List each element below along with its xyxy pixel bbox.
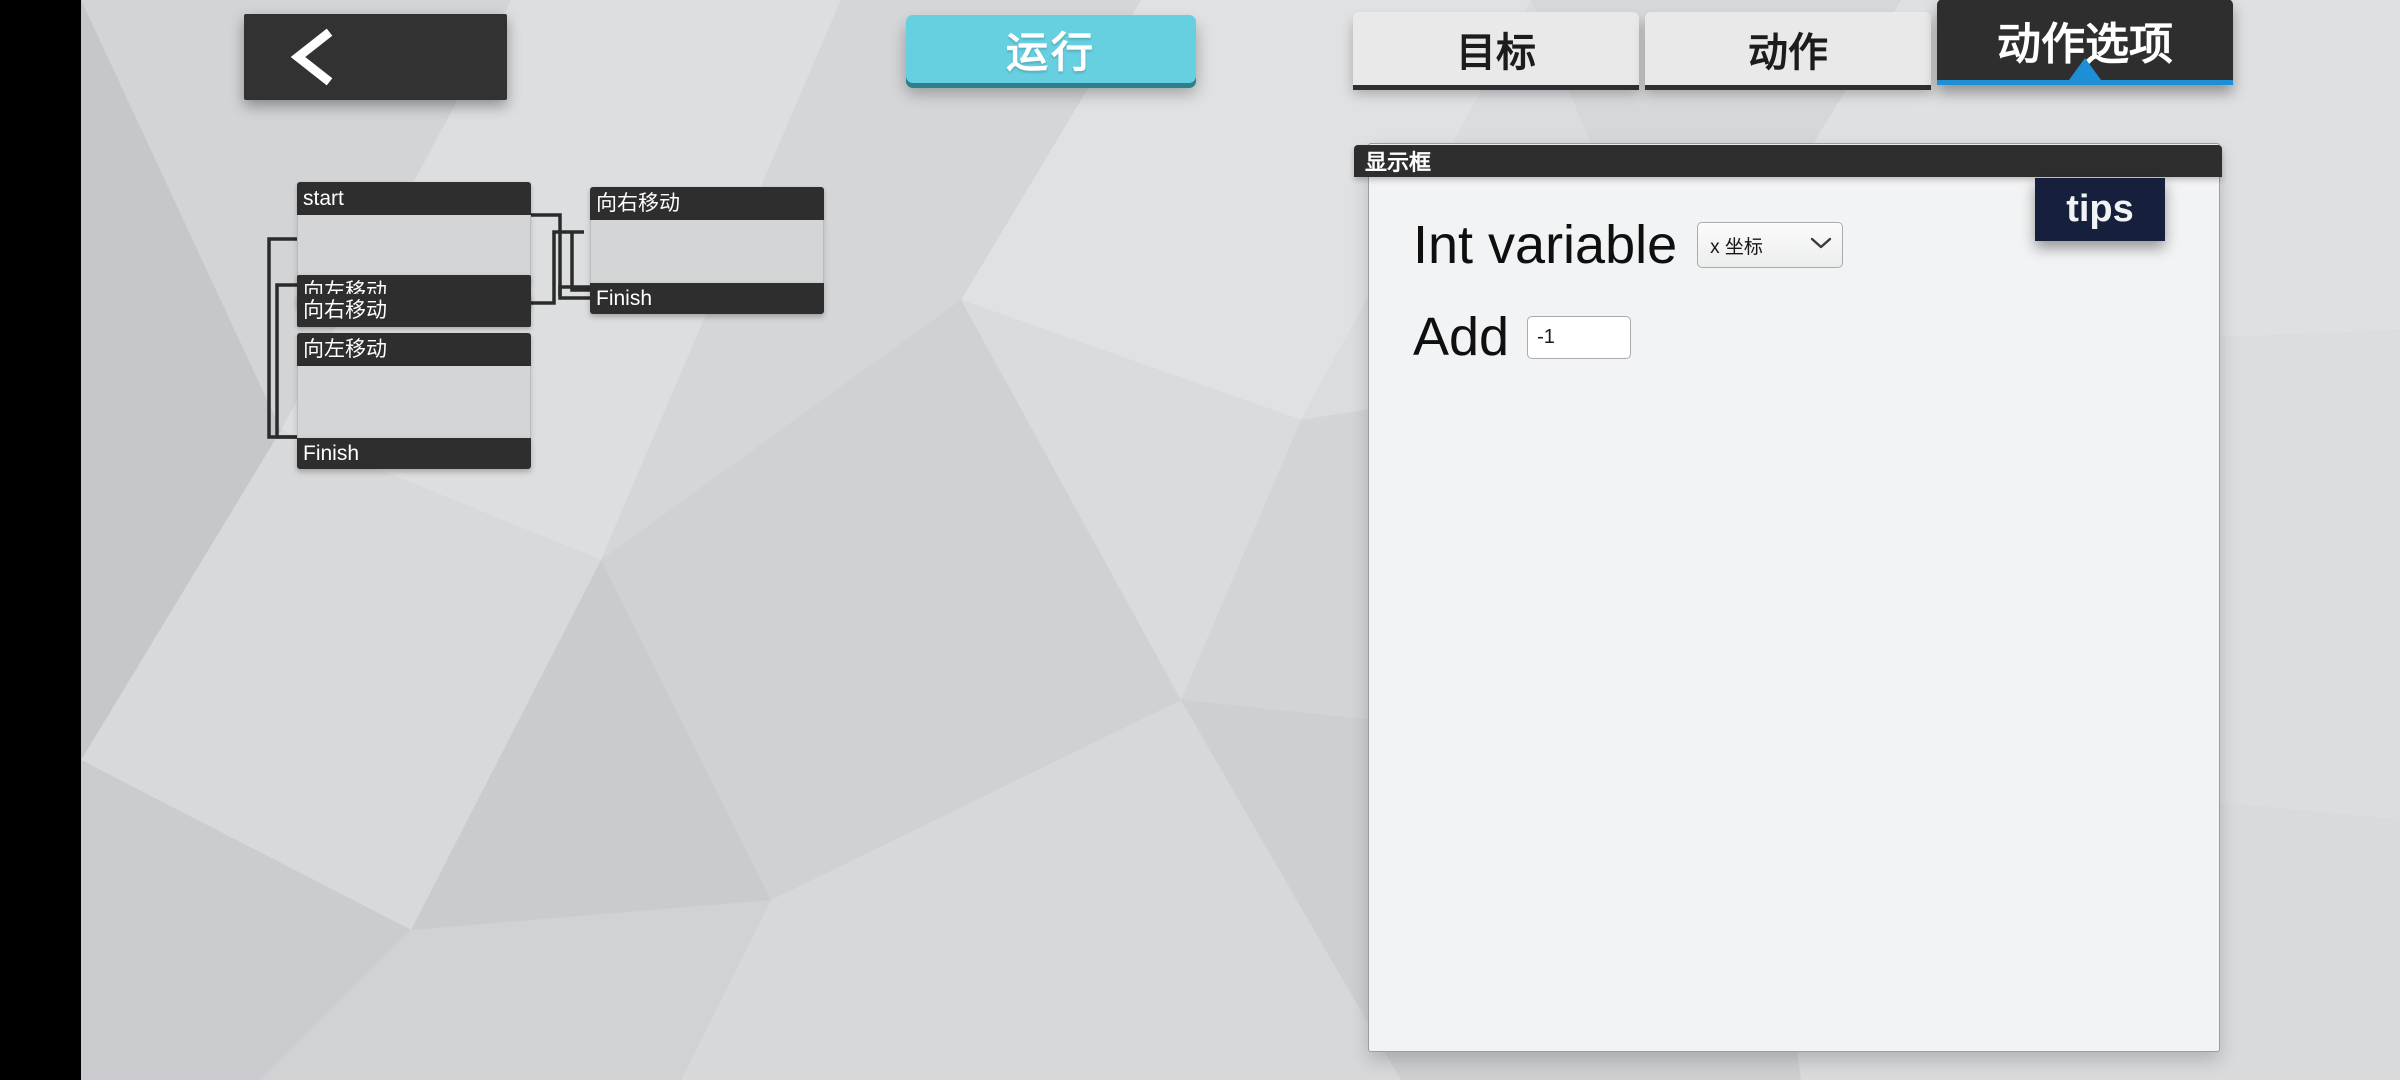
tab-goal[interactable]: 目标 [1353, 12, 1639, 85]
run-button-label: 运行 [1005, 28, 1096, 76]
flow-node-move-left-block-body [297, 366, 531, 438]
tab-action[interactable]: 动作 [1645, 12, 1931, 85]
chevron-left-icon [286, 27, 338, 87]
flow-node-move-left-block-footer: Finish [297, 438, 531, 469]
flow-node-start-body [297, 215, 531, 283]
display-panel-title: 显示框 [1365, 150, 1432, 175]
flow-node-move-right-bar-header: 向右移动 [297, 294, 531, 327]
flow-node-move-right-block-body [590, 220, 824, 283]
flow-node-start[interactable]: start [297, 182, 531, 283]
tips-button[interactable]: tips [2035, 178, 2165, 241]
tab-bar: 目标 动作 动作选项 [1353, 0, 2233, 85]
tips-button-label: tips [2066, 188, 2134, 230]
flow-node-move-right-block-header: 向右移动 [590, 187, 824, 220]
flow-node-move-left-block[interactable]: 向左移动 Finish [297, 333, 531, 469]
flow-node-move-left-block-header: 向左移动 [297, 333, 531, 366]
tab-action-label: 动作 [1748, 30, 1828, 75]
add-value-input[interactable]: -1 [1527, 315, 1632, 359]
flow-node-start-header: start [297, 182, 531, 215]
int-variable-select[interactable]: x 坐标 [1697, 222, 1844, 268]
tab-action-options[interactable]: 动作选项 [1937, 0, 2233, 85]
add-value-text: -1 [1537, 325, 1555, 348]
flow-node-move-right-block[interactable]: 向右移动 Finish [590, 187, 824, 314]
int-variable-label: Int variable [1413, 215, 1678, 275]
flow-node-move-right-block-footer: Finish [590, 283, 824, 314]
flow-node-move-right-bar[interactable]: 向右移动 [297, 294, 531, 327]
active-tab-indicator-icon [2069, 58, 2101, 80]
display-panel-body: Int variable x 坐标 Add -1 [1369, 176, 2219, 1051]
add-label: Add [1413, 307, 1510, 367]
display-panel: Int variable x 坐标 Add -1 [1368, 143, 2220, 1052]
add-row: Add -1 [1413, 310, 2219, 364]
chevron-down-icon [1810, 234, 1832, 256]
run-button[interactable]: 运行 [906, 15, 1196, 83]
screen-root: 运行 目标 动作 动作选项 Int variable x 坐标 Add -1 显… [0, 0, 2400, 1080]
back-button[interactable] [244, 14, 507, 100]
tab-goal-label: 目标 [1456, 30, 1536, 75]
display-panel-header: 显示框 [1354, 145, 2222, 177]
left-bezel [0, 0, 81, 1080]
int-variable-select-value: x 坐标 [1710, 236, 1763, 258]
